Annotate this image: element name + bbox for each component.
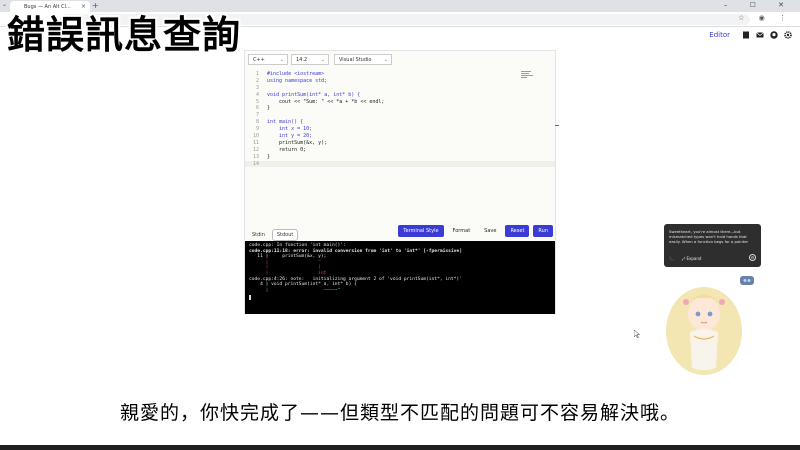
code-line[interactable]: 8 int main() { bbox=[245, 119, 555, 126]
line-number: 5 bbox=[255, 98, 259, 105]
code-line[interactable]: 13} bbox=[245, 154, 555, 161]
code-line[interactable]: 1 #include <iostream> bbox=[245, 71, 555, 78]
window-controls[interactable]: – ☐ ✕ bbox=[724, 1, 794, 9]
code-line[interactable]: 5 cout << "Sum: " << *a + *b << endl; bbox=[245, 99, 555, 106]
code-editor[interactable]: 1 #include <iostream> 2 using namespace std… bbox=[245, 71, 555, 221]
language-select[interactable]: C++ ⌄ bbox=[248, 54, 288, 65]
code-line[interactable]: 11 printSum(&x, y); bbox=[245, 140, 555, 147]
code-line[interactable]: 7 bbox=[245, 112, 555, 119]
code-text: return 0; bbox=[267, 146, 307, 153]
code-text: cout << "Sum: " << *a + *b << endl; bbox=[267, 98, 385, 105]
compiler-select[interactable]: Visual Studio ⌄ bbox=[334, 54, 392, 65]
robot-mascot-icon bbox=[740, 276, 754, 285]
site-nav: Editor bbox=[709, 31, 792, 39]
chevron-down-icon: ⌄ bbox=[279, 57, 284, 63]
chevron-down-icon: ⌄ bbox=[320, 57, 325, 63]
code-line[interactable]: 10 int y = 20; bbox=[245, 133, 555, 140]
line-number: 6 bbox=[255, 105, 259, 112]
code-text: } bbox=[267, 105, 271, 112]
scrollbar[interactable] bbox=[555, 125, 559, 126]
mouse-pointer-icon bbox=[634, 330, 640, 338]
code-text: int y = 20; bbox=[267, 133, 313, 140]
code-line[interactable]: 2 using namespace std; bbox=[245, 78, 555, 85]
standard-select[interactable]: 14.2 ⌄ bbox=[291, 54, 329, 65]
line-number: 4 bbox=[255, 91, 259, 98]
editor-toolbar: C++ ⌄ 14.2 ⌄ Visual Studio ⌄ bbox=[245, 51, 555, 69]
taskbar-strip bbox=[0, 445, 800, 450]
run-button[interactable]: Run bbox=[533, 225, 553, 237]
line-number: 12 bbox=[252, 146, 259, 153]
line-number: 2 bbox=[255, 77, 259, 84]
code-text: printSum(&x, y); bbox=[267, 139, 328, 146]
line-number: 3 bbox=[255, 84, 259, 91]
video-title-overlay: 錯誤訊息查詢 bbox=[7, 13, 242, 57]
assistant-message-popup: Sweetheart, you're almost there—but mism… bbox=[664, 224, 761, 267]
line-number: 1 bbox=[255, 71, 259, 77]
code-text: int main() { bbox=[267, 119, 304, 126]
format-button[interactable]: Format bbox=[448, 225, 476, 237]
browser-action-icons[interactable]: ☆ ◉ ⋮ bbox=[738, 14, 792, 22]
reset-button[interactable]: Reset bbox=[505, 225, 530, 237]
code-editor-panel: C++ ⌄ 14.2 ⌄ Visual Studio ⌄ 1 #include <… bbox=[244, 50, 559, 314]
terminal-style-button[interactable]: Terminal Style bbox=[398, 225, 444, 237]
standard-value: 14.2 bbox=[296, 57, 308, 63]
io-tabs: Stdin Stdout bbox=[247, 229, 299, 241]
compiler-value: Visual Studio bbox=[339, 57, 372, 63]
line-number: 14 bbox=[252, 160, 259, 167]
code-line[interactable]: 6} bbox=[245, 105, 555, 112]
terminal-cursor bbox=[249, 295, 251, 301]
chevron-down-icon: ⌄ bbox=[383, 57, 388, 63]
code-line[interactable]: 4 void printSum(int* a, int* b) { bbox=[245, 92, 555, 99]
tab-stdin[interactable]: Stdin bbox=[247, 229, 270, 241]
terminal-output[interactable]: code.cpp: In function 'int main()': code.… bbox=[245, 241, 555, 314]
language-value: C++ bbox=[253, 57, 265, 63]
code-text: } bbox=[267, 153, 271, 160]
code-line[interactable]: 14 bbox=[245, 160, 555, 168]
nav-editor-link[interactable]: Editor bbox=[709, 31, 730, 39]
assistant-message-text: Sweetheart, you're almost there—but mism… bbox=[669, 229, 749, 245]
tab-stdout[interactable]: Stdout bbox=[271, 229, 299, 241]
line-number: 9 bbox=[255, 126, 259, 133]
line-number: 13 bbox=[252, 153, 259, 160]
settings-icon[interactable]: ⚙ bbox=[749, 253, 756, 261]
expand-label: Expand bbox=[686, 255, 702, 261]
code-line[interactable]: 3 bbox=[245, 85, 555, 92]
line-number: 10 bbox=[252, 133, 259, 140]
action-bar: Terminal Style Format Save Reset Run bbox=[398, 225, 553, 237]
terminal-line: | ~~~~~^ bbox=[249, 287, 341, 293]
expand-button[interactable]: ⤢ Expand bbox=[682, 256, 701, 261]
code-text: void printSum(int* a, int* b) { bbox=[267, 91, 361, 98]
anime-avatar bbox=[666, 287, 742, 375]
settings-icon[interactable] bbox=[784, 31, 792, 39]
assistant-message-actions: 📞 ⤢ Expand ⚙ bbox=[669, 253, 756, 261]
code-text: int x = 10; bbox=[267, 126, 313, 133]
line-number: 11 bbox=[252, 139, 259, 146]
page-icon[interactable] bbox=[742, 31, 750, 39]
code-line[interactable]: 12 return 0; bbox=[245, 147, 555, 154]
page: Editor C++ ⌄ 14.2 ⌄ Visual Studio ⌄ 1 #i… bbox=[0, 27, 800, 445]
mail-icon[interactable] bbox=[756, 31, 764, 39]
github-icon[interactable] bbox=[770, 31, 778, 39]
code-text: using namespace std; bbox=[267, 77, 328, 84]
save-button[interactable]: Save bbox=[479, 225, 501, 237]
video-subtitle: 親愛的，你快完成了——但類型不匹配的問題可不容易解決哦。 bbox=[119, 402, 680, 424]
code-line[interactable]: 9 int x = 10; bbox=[245, 126, 555, 133]
line-number: 7 bbox=[255, 112, 259, 119]
phone-icon[interactable]: 📞 bbox=[669, 256, 674, 261]
code-minimap[interactable] bbox=[521, 71, 535, 81]
line-number: 8 bbox=[255, 119, 259, 126]
code-text: #include <iostream> bbox=[267, 71, 325, 77]
